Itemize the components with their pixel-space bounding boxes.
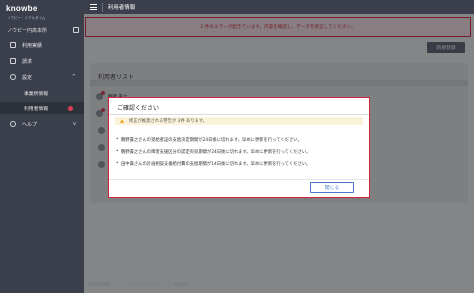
chevron-up-icon: ^ bbox=[71, 74, 76, 80]
close-button[interactable]: 閉じる bbox=[310, 182, 354, 193]
sidebar-item-label: 利用実績 bbox=[22, 42, 43, 49]
facility-name: ノウビー円高本所 bbox=[7, 28, 48, 34]
warning-icon bbox=[120, 119, 124, 123]
modal-footer-divider bbox=[109, 179, 369, 180]
document-icon bbox=[10, 58, 16, 64]
facility-settings-icon[interactable] bbox=[73, 27, 79, 33]
sidebar-item-help[interactable]: ヘルプ v bbox=[0, 118, 84, 130]
sidebar-item-label: 利用者情報 bbox=[24, 106, 48, 112]
chevron-down-icon: v bbox=[73, 121, 76, 127]
warning-message: 鶴野貴之さんの受給者証の支給決定期間が24日後に切れます。早めに更新を行ってくだ… bbox=[116, 137, 302, 143]
modal-divider bbox=[109, 114, 369, 115]
title-divider bbox=[102, 2, 103, 12]
sidebar-item-settings[interactable]: 設定 ^ bbox=[0, 71, 84, 83]
sidebar: knowbe ノウビー・リアルタイム ノウビー円高本所 利用実績 請求 設定 ^… bbox=[0, 0, 84, 293]
chart-icon bbox=[10, 42, 16, 48]
sidebar-item-user-info[interactable]: 利用者情報 bbox=[0, 102, 84, 114]
sidebar-item-billing[interactable]: 請求 bbox=[0, 55, 84, 67]
help-icon bbox=[10, 121, 16, 127]
app-logo-subtitle: ノウビー・リアルタイム bbox=[7, 16, 46, 20]
top-bar: 利用者情報 bbox=[84, 0, 474, 14]
warning-message: 田中貴さんの計画相談支援給付費の支給期間が14日後に切れます。早めに更新を行って… bbox=[116, 161, 310, 167]
sidebar-item-usage[interactable]: 利用実績 bbox=[0, 39, 84, 51]
menu-icon[interactable] bbox=[90, 4, 97, 10]
sidebar-item-label: ヘルプ bbox=[22, 121, 38, 128]
warning-summary-bar: 修正が推奨される警告が 3件 あります。 bbox=[115, 117, 363, 125]
gear-icon bbox=[10, 74, 16, 80]
sidebar-item-facility-info[interactable]: 事業所情報 bbox=[0, 87, 84, 99]
app-logo[interactable]: knowbe bbox=[6, 4, 38, 13]
sidebar-item-label: 設定 bbox=[22, 74, 33, 81]
warning-summary-text: 修正が推奨される警告が 3件 あります。 bbox=[129, 119, 208, 124]
sidebar-item-label: 事業所情報 bbox=[24, 91, 48, 97]
modal-title: ご確認ください bbox=[117, 105, 160, 112]
page-title: 利用者情報 bbox=[107, 5, 136, 11]
warning-message: 鶴野貴之さんの障害支援区分の認定有効期間が24日後に切れます。早めに更新を行って… bbox=[116, 149, 310, 155]
sidebar-item-label: 請求 bbox=[22, 58, 33, 65]
error-indicator-dot bbox=[68, 105, 73, 111]
